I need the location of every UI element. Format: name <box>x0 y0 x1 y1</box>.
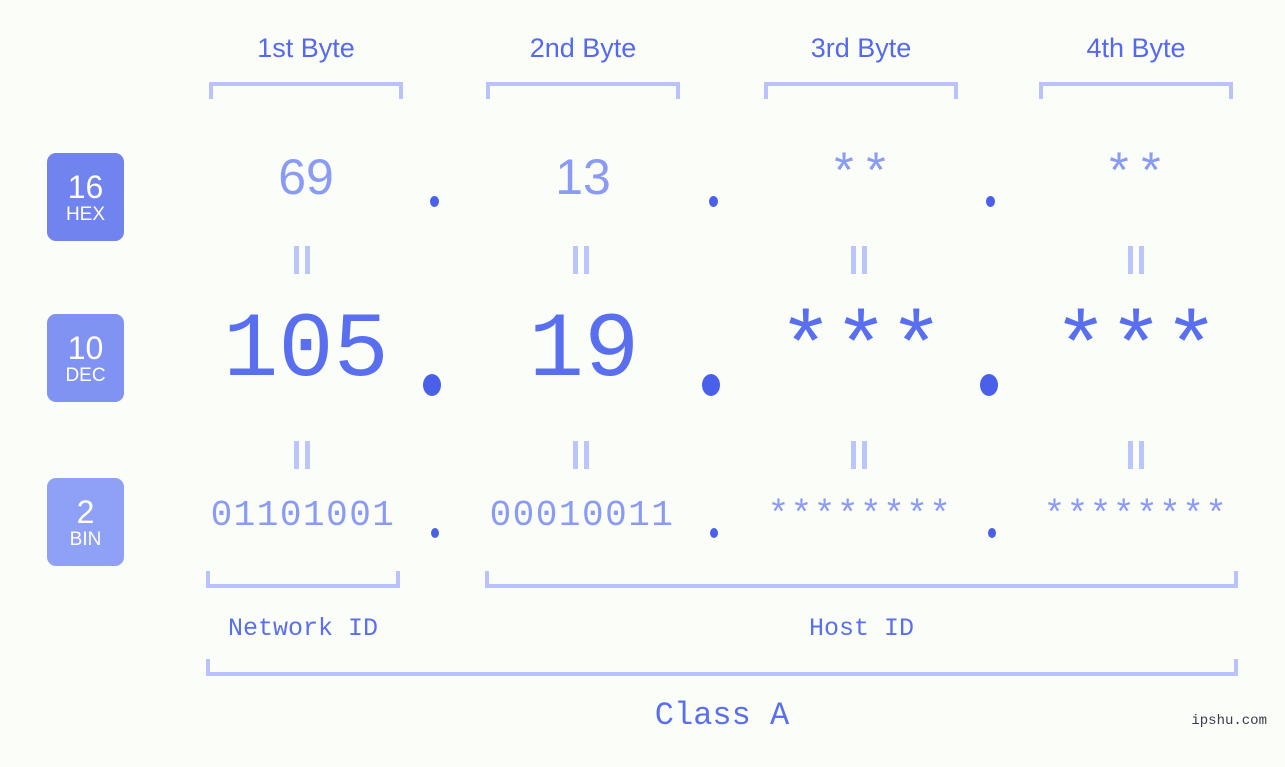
equality-mark-dec-bin-4 <box>1126 441 1146 469</box>
class-bracket <box>206 659 1238 676</box>
base-badge-hex: 16 HEX <box>47 153 124 241</box>
base-badge-bin-name: BIN <box>69 528 102 550</box>
base-badge-dec-number: 10 <box>67 329 104 366</box>
base-badge-dec-name: DEC <box>65 364 106 386</box>
byte-header-2: 2nd Byte <box>529 33 637 63</box>
host-id-label: Host ID <box>808 614 915 643</box>
bin-separator-2 <box>710 528 718 538</box>
hex-separator-3 <box>986 196 995 207</box>
dec-separator-2 <box>702 374 720 396</box>
byte-header-3: 3rd Byte <box>810 33 912 63</box>
equality-mark-hex-dec-1 <box>292 246 312 274</box>
byte-bracket-2 <box>486 82 680 99</box>
ip-byte-breakdown-diagram: 1st Byte 2nd Byte 3rd Byte 4th Byte 16 H… <box>0 0 1285 767</box>
network-id-bracket <box>206 571 400 588</box>
class-label: Class A <box>654 697 790 734</box>
watermark: ipshu.com <box>1191 713 1267 729</box>
dec-byte-2: 19 <box>528 298 640 403</box>
byte-header-1: 1st Byte <box>257 33 355 63</box>
hex-separator-1 <box>430 196 439 207</box>
dec-separator-1 <box>423 374 441 396</box>
equality-mark-hex-dec-2 <box>571 246 591 274</box>
hex-byte-1: 69 <box>278 149 334 205</box>
hex-byte-2: 13 <box>555 149 611 205</box>
equality-mark-hex-dec-4 <box>1126 246 1146 274</box>
byte-header-4: 4th Byte <box>1086 33 1186 63</box>
bin-byte-3: ******** <box>767 495 953 536</box>
bin-separator-1 <box>431 528 439 538</box>
dec-byte-3: *** <box>778 298 944 403</box>
equality-mark-dec-bin-2 <box>571 441 591 469</box>
byte-bracket-3 <box>764 82 958 99</box>
host-id-bracket <box>485 571 1238 588</box>
bin-byte-4: ******** <box>1043 495 1229 536</box>
hex-separator-2 <box>709 196 718 207</box>
base-badge-hex-number: 16 <box>67 168 104 205</box>
equality-mark-dec-bin-1 <box>292 441 312 469</box>
base-badge-dec: 10 DEC <box>47 314 124 402</box>
bin-separator-3 <box>988 528 996 538</box>
network-id-label: Network ID <box>227 614 379 643</box>
base-badge-bin-number: 2 <box>76 493 95 530</box>
hex-byte-3: ** <box>828 148 893 205</box>
equality-mark-hex-dec-3 <box>849 246 869 274</box>
dec-byte-4: *** <box>1053 298 1219 403</box>
bin-byte-2: 00010011 <box>489 495 675 536</box>
base-badge-bin: 2 BIN <box>47 478 124 566</box>
dec-byte-1: 105 <box>223 298 389 403</box>
bin-byte-1: 01101001 <box>210 495 396 536</box>
byte-bracket-1 <box>209 82 403 99</box>
hex-byte-4: ** <box>1103 148 1168 205</box>
dec-separator-3 <box>980 374 998 396</box>
base-badge-hex-name: HEX <box>65 203 106 225</box>
byte-bracket-4 <box>1039 82 1233 99</box>
equality-mark-dec-bin-3 <box>849 441 869 469</box>
